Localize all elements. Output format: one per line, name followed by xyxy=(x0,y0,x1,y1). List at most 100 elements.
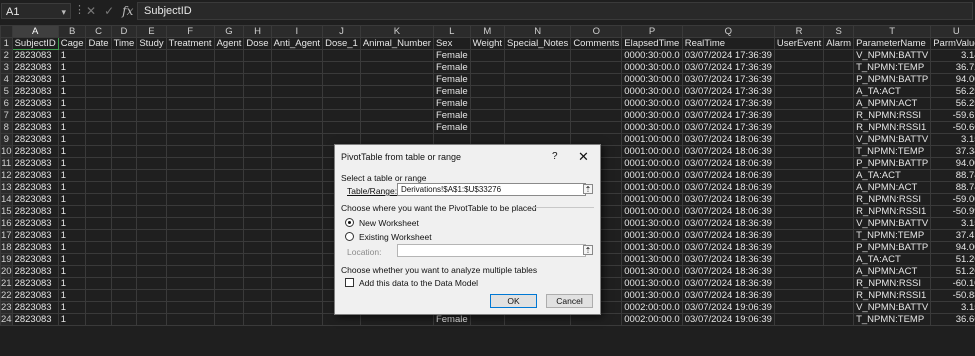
cell[interactable] xyxy=(243,121,272,134)
cell[interactable] xyxy=(85,49,112,62)
row-header[interactable]: 7 xyxy=(0,109,13,122)
cell[interactable]: 94.00 xyxy=(930,157,975,170)
cell[interactable] xyxy=(136,289,167,302)
cell[interactable] xyxy=(570,85,623,98)
cell[interactable]: A_NPMN:ACT xyxy=(853,97,932,110)
cell[interactable]: A_TA:ACT xyxy=(853,85,932,98)
cell[interactable]: 0001:00:00.0 xyxy=(621,181,683,194)
cell[interactable] xyxy=(165,157,215,170)
cell[interactable]: 56.25 xyxy=(930,85,975,98)
cell[interactable] xyxy=(213,49,245,62)
cell[interactable] xyxy=(110,49,138,62)
cell[interactable]: 2823083 xyxy=(11,97,59,110)
cell[interactable] xyxy=(270,157,324,170)
cell[interactable] xyxy=(570,313,623,326)
header-cell[interactable]: RealTime xyxy=(681,37,775,50)
column-header-l[interactable]: L xyxy=(432,25,471,38)
cell[interactable]: Female xyxy=(432,85,471,98)
cell[interactable]: 03/07/2024 17:36:39 xyxy=(681,49,775,62)
column-header-t[interactable]: T xyxy=(853,25,932,38)
cell[interactable] xyxy=(85,61,112,74)
cell[interactable] xyxy=(270,85,324,98)
cell[interactable] xyxy=(243,277,272,290)
cell[interactable] xyxy=(165,229,215,242)
cancel-icon[interactable]: ✕ xyxy=(86,4,96,18)
cell[interactable]: 03/07/2024 18:36:39 xyxy=(681,217,775,230)
cell[interactable]: 1 xyxy=(57,205,87,218)
cell[interactable] xyxy=(213,121,245,134)
cell[interactable] xyxy=(359,121,434,134)
cell[interactable] xyxy=(322,97,361,110)
cell[interactable] xyxy=(110,157,138,170)
cell[interactable]: 1 xyxy=(57,121,87,134)
cell[interactable]: 94.00 xyxy=(930,73,975,86)
cell[interactable]: 03/07/2024 17:36:39 xyxy=(681,97,775,110)
cell[interactable]: 36.72 xyxy=(930,61,975,74)
cell[interactable]: 2823083 xyxy=(11,277,59,290)
table-range-input[interactable]: Derivations!$A$1:$U$33276 xyxy=(397,183,586,196)
header-cell[interactable]: Cage xyxy=(57,37,87,50)
cell[interactable]: 1 xyxy=(57,217,87,230)
cell[interactable] xyxy=(243,253,272,266)
cell[interactable] xyxy=(773,73,825,86)
cell[interactable] xyxy=(213,193,245,206)
cell[interactable] xyxy=(213,181,245,194)
select-all-corner[interactable] xyxy=(0,25,13,38)
cell[interactable]: -59.61 xyxy=(930,109,975,122)
cell[interactable]: -50.88 xyxy=(930,289,975,302)
cell[interactable] xyxy=(243,181,272,194)
cell[interactable]: 0000:30:00.0 xyxy=(621,97,683,110)
cell[interactable] xyxy=(270,181,324,194)
cell[interactable] xyxy=(213,133,245,146)
cell[interactable]: Female xyxy=(432,109,471,122)
cell[interactable] xyxy=(136,61,167,74)
row-header[interactable]: 18 xyxy=(0,241,13,254)
header-cell[interactable]: Study xyxy=(136,37,167,50)
column-header-i[interactable]: I xyxy=(270,25,324,38)
cell[interactable] xyxy=(85,313,112,326)
cell[interactable]: 03/07/2024 18:06:39 xyxy=(681,133,775,146)
cell[interactable]: 1 xyxy=(57,49,87,62)
header-cell[interactable]: Date xyxy=(85,37,112,50)
cell[interactable]: 03/07/2024 17:36:39 xyxy=(681,85,775,98)
cell[interactable]: 0002:00:00.0 xyxy=(621,313,683,326)
cell[interactable] xyxy=(213,73,245,86)
cell[interactable] xyxy=(243,301,272,314)
cell[interactable] xyxy=(359,61,434,74)
chevron-down-icon[interactable]: ▾ xyxy=(61,4,66,20)
cell[interactable] xyxy=(823,253,855,266)
cell[interactable]: 03/07/2024 18:36:39 xyxy=(681,277,775,290)
cell[interactable] xyxy=(322,73,361,86)
column-header-g[interactable]: G xyxy=(213,25,245,38)
row-header[interactable]: 14 xyxy=(0,193,13,206)
cell[interactable]: 0001:00:00.0 xyxy=(621,205,683,218)
cell[interactable]: T_NPMN:TEMP xyxy=(853,229,932,242)
cell[interactable] xyxy=(570,73,623,86)
cell[interactable] xyxy=(165,169,215,182)
cell[interactable]: 2823083 xyxy=(11,289,59,302)
cell[interactable]: 37.34 xyxy=(930,145,975,158)
cell[interactable]: 03/07/2024 17:36:39 xyxy=(681,109,775,122)
cell[interactable] xyxy=(359,73,434,86)
cell[interactable]: 03/07/2024 18:36:39 xyxy=(681,229,775,242)
cell[interactable] xyxy=(85,85,112,98)
cell[interactable] xyxy=(110,241,138,254)
row-header[interactable]: 11 xyxy=(0,157,13,170)
cell[interactable]: V_NPMN:BATTV xyxy=(853,217,932,230)
header-cell[interactable]: ParmValue xyxy=(930,37,975,50)
cell[interactable] xyxy=(213,289,245,302)
cell[interactable] xyxy=(823,169,855,182)
cell[interactable] xyxy=(213,145,245,158)
header-cell[interactable]: ElapsedTime xyxy=(621,37,683,50)
cell[interactable]: 0000:30:00.0 xyxy=(621,121,683,134)
existing-worksheet-radio[interactable] xyxy=(345,232,354,241)
cell[interactable] xyxy=(270,217,324,230)
cell[interactable]: 03/07/2024 18:06:39 xyxy=(681,193,775,206)
cell[interactable]: P_NPMN:BATTP xyxy=(853,73,932,86)
cell[interactable]: T_NPMN:TEMP xyxy=(853,313,932,326)
cell[interactable] xyxy=(213,253,245,266)
cell[interactable]: 2823083 xyxy=(11,301,59,314)
column-header-h[interactable]: H xyxy=(243,25,272,38)
row-header[interactable]: 6 xyxy=(0,97,13,110)
cell[interactable] xyxy=(270,289,324,302)
